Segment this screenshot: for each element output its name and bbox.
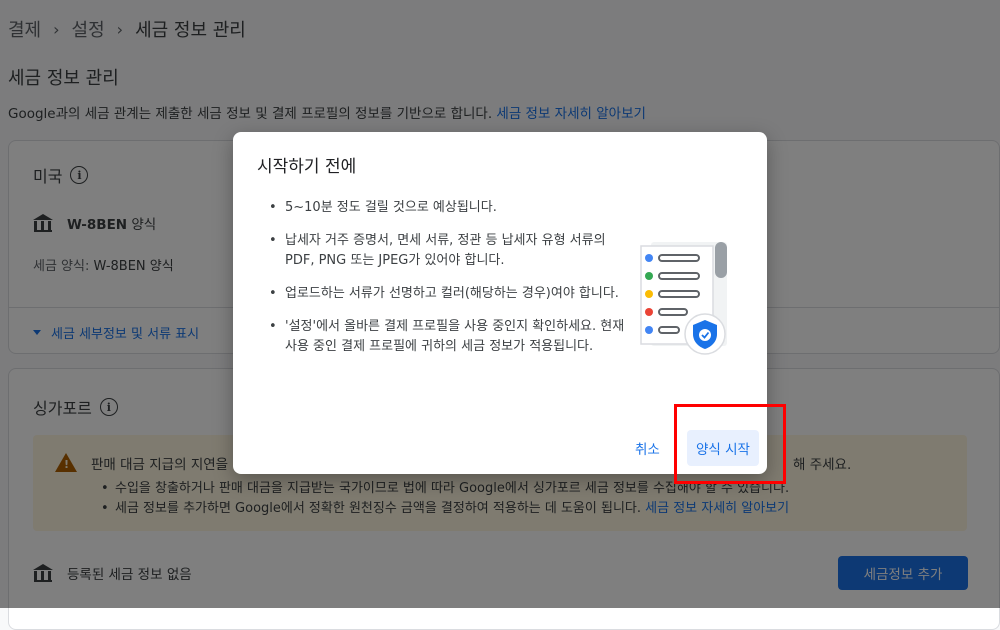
document-shield-icon — [640, 242, 727, 355]
dialog-title: 시작하기 전에 — [257, 157, 357, 177]
list-item-text: 납세자 거주 증명서, 면세 서류, 정관 등 납세자 유형 서류의 PDF, … — [285, 233, 606, 268]
list-item-text: 업로드하는 서류가 선명하고 컬러(해당하는 경우)여야 합니다. — [285, 286, 619, 301]
cancel-button[interactable]: 취소 — [627, 432, 668, 464]
list-item-text: 5~10분 정도 걸릴 것으로 예상됩니다. — [285, 200, 497, 215]
dialog-list: 5~10분 정도 걸릴 것으로 예상됩니다. 납세자 거주 증명서, 면세 서류… — [269, 198, 625, 370]
list-item: '설정'에서 올바른 결제 프로필을 사용 중인지 확인하세요. 현재 사용 중… — [269, 317, 625, 357]
list-item-text: '설정'에서 올바른 결제 프로필을 사용 중인지 확인하세요. 현재 사용 중… — [285, 319, 625, 354]
list-item: 납세자 거주 증명서, 면세 서류, 정관 등 납세자 유형 서류의 PDF, … — [269, 231, 625, 271]
start-form-button[interactable]: 양식 시작 — [687, 430, 759, 466]
list-item: 업로드하는 서류가 선명하고 컬러(해당하는 경우)여야 합니다. — [269, 284, 625, 304]
list-item: 5~10분 정도 걸릴 것으로 예상됩니다. — [269, 198, 625, 218]
before-you-start-dialog: 시작하기 전에 5~10분 정도 걸릴 것으로 예상됩니다. 납세자 거주 증명… — [233, 132, 767, 474]
